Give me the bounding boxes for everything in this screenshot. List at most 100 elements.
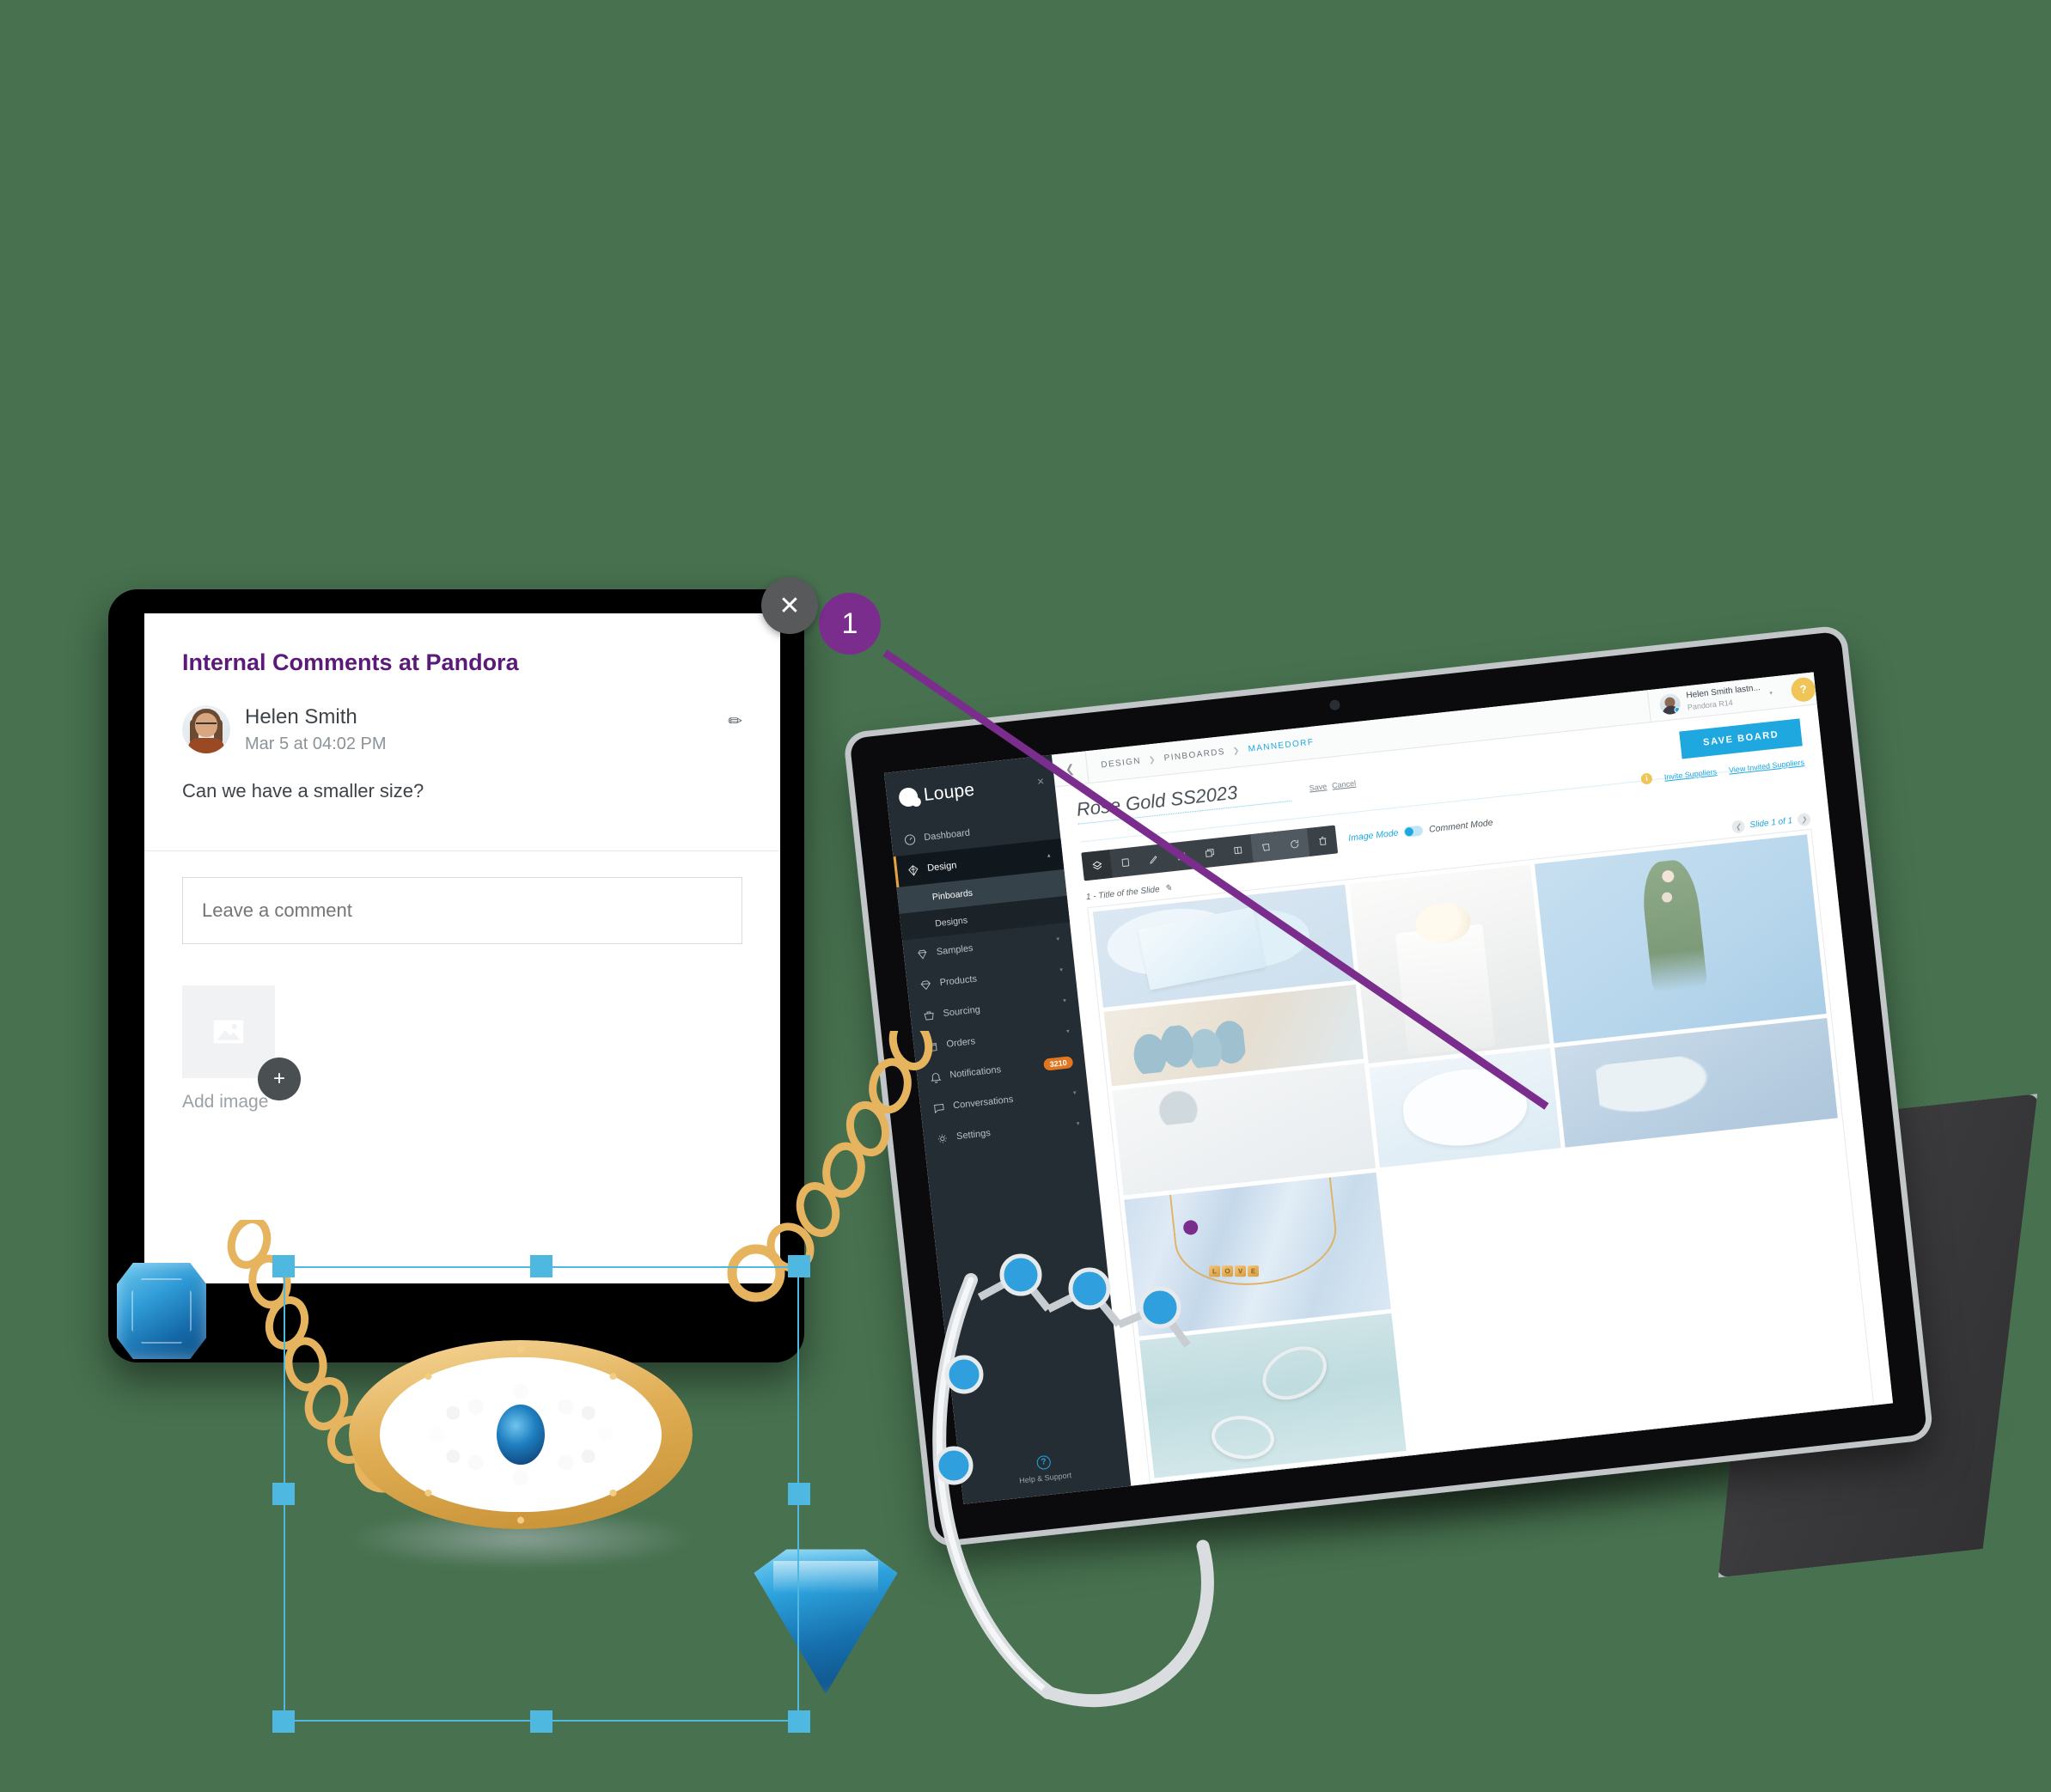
moodboard-column-2 (1349, 864, 1562, 1167)
shape-icon[interactable] (1250, 831, 1282, 863)
chevron-up-icon: ▴ (1047, 852, 1051, 859)
selection-handle-tr[interactable] (788, 1255, 810, 1277)
sidebar-close-icon[interactable]: × (1036, 774, 1045, 789)
chevron-down-icon: ▾ (1072, 1089, 1077, 1097)
slide-counter: Slide 1 of 1 (1749, 816, 1793, 831)
diamond-icon (906, 863, 921, 878)
trash-icon[interactable] (1307, 826, 1338, 856)
moodboard-tile-cake[interactable] (1349, 864, 1550, 1064)
comment-meta: Helen Smith Mar 5 at 04:02 PM (245, 705, 387, 754)
sidebar-item-label: Dashboard (923, 827, 971, 844)
cancel-link[interactable]: Cancel (1332, 779, 1357, 790)
sidebar-item-label: Products (939, 973, 978, 989)
breadcrumb-separator: ❯ (1232, 745, 1242, 755)
brand-name: Loupe (922, 779, 976, 805)
breadcrumb-item-design[interactable]: DESIGN (1101, 756, 1142, 770)
user-name: Helen Smith lastn... (1685, 682, 1761, 701)
breadcrumb-separator: ❯ (1148, 754, 1157, 765)
selection-handle-ml[interactable] (272, 1483, 295, 1505)
sidebar-item-label: Design (926, 860, 957, 875)
add-image-button[interactable]: + (258, 1058, 301, 1100)
sidebar-item-label: Samples (936, 942, 974, 958)
moodboard-tile-interior[interactable] (1112, 1063, 1376, 1196)
silver-topaz-bangle (932, 1253, 1214, 1708)
comment-timestamp: Mar 5 at 04:02 PM (245, 734, 387, 753)
save-board-button[interactable]: SAVE BOARD (1679, 718, 1803, 759)
selection-handle-bc[interactable] (530, 1710, 552, 1733)
close-icon[interactable]: ✕ (761, 577, 818, 634)
loupe-logo-icon (898, 786, 919, 808)
invite-suppliers-link[interactable]: Invite Suppliers (1663, 767, 1717, 782)
user-info: Helen Smith lastn... Pandora R14 (1686, 682, 1762, 714)
image-icon (213, 1020, 244, 1044)
avatar-torso (188, 738, 224, 753)
save-link[interactable]: Save (1309, 782, 1327, 792)
sidebar-item-label: Sourcing (943, 1004, 981, 1020)
sidebar-subitem-label: Designs (934, 914, 968, 929)
selection-handle-bl[interactable] (272, 1710, 295, 1733)
text-box-icon[interactable] (1166, 840, 1197, 871)
chevron-down-icon: ▾ (1062, 997, 1067, 1004)
chevron-left-icon[interactable]: ❮ (1731, 820, 1746, 834)
info-icon: i (1640, 772, 1653, 785)
mode-switch[interactable]: Image Mode Comment Mode (1348, 817, 1493, 843)
pen-icon[interactable] (1138, 844, 1169, 875)
selection-handle-tc[interactable] (530, 1255, 552, 1277)
crop-icon[interactable] (1109, 846, 1140, 877)
user-org: Pandora R14 (1687, 698, 1734, 711)
chevron-down-icon: ▾ (1056, 936, 1060, 943)
view-invited-suppliers-link[interactable]: View Invited Suppliers (1728, 758, 1804, 774)
pencil-icon[interactable]: ✎ (1164, 883, 1173, 893)
comment-input[interactable] (182, 877, 742, 944)
rotate-icon[interactable] (1278, 828, 1310, 860)
glasses-icon (196, 722, 217, 728)
avatar (1658, 692, 1682, 716)
comment-mode-label[interactable]: Comment Mode (1428, 817, 1493, 834)
moodboard-column-2b (1535, 834, 1838, 1148)
panel-header: Internal Comments at Pandora (144, 613, 780, 676)
image-upload-placeholder[interactable]: + (182, 985, 301, 1100)
layers-icon[interactable] (1081, 850, 1113, 881)
breadcrumb-item-current: MANNEDORF (1248, 737, 1315, 754)
sidebar-subitem-label: Pinboards (931, 887, 974, 903)
selection-handle-mr[interactable] (788, 1483, 810, 1505)
gem-icon (919, 978, 933, 992)
topaz-gem-top-left (117, 1263, 206, 1359)
tablet-camera-icon (1328, 699, 1341, 711)
mode-toggle[interactable] (1403, 825, 1424, 838)
comment-list: Helen Smith Mar 5 at 04:02 PM ✏ Can we h… (144, 676, 780, 802)
basket-icon (922, 1009, 937, 1023)
moodboard-tile-floral-wall[interactable] (1535, 834, 1827, 1044)
comment-item: Helen Smith Mar 5 at 04:02 PM ✏ (182, 705, 742, 754)
pencil-icon[interactable]: ✏ (728, 710, 742, 732)
save-cancel-links: Save Cancel (1309, 778, 1361, 793)
comment-author: Helen Smith (245, 705, 357, 728)
help-button[interactable]: ? (1790, 675, 1817, 703)
slide-title: 1 - Title of the Slide (1085, 885, 1161, 903)
image-mode-label[interactable]: Image Mode (1348, 827, 1399, 843)
moodboard-column-1 (1092, 884, 1376, 1196)
chevron-down-icon[interactable]: ▾ (1769, 689, 1773, 696)
chevron-down-icon: ▾ (1076, 1120, 1080, 1128)
online-status-dot (1673, 705, 1681, 713)
page-title: Internal Comments at Pandora (182, 649, 519, 675)
align-icon[interactable] (1222, 834, 1253, 865)
comment-text: Can we have a smaller size? (182, 780, 424, 802)
selection-bounding-box[interactable] (284, 1266, 799, 1722)
notifications-badge: 3210 (1042, 1056, 1074, 1071)
callout-number-badge[interactable]: 1 (819, 593, 881, 655)
chevron-right-icon[interactable]: ❯ (1797, 812, 1811, 827)
gem-ring-icon (915, 947, 930, 961)
chevron-down-icon: ▾ (1065, 1028, 1071, 1035)
chevron-down-icon: ▾ (1059, 966, 1064, 974)
gauge-icon (903, 832, 918, 847)
scene: Loupe × Dashboard Design ▴ Pinboards Des… (0, 0, 2051, 1792)
selection-handle-tl[interactable] (272, 1255, 295, 1277)
avatar (182, 705, 230, 753)
breadcrumb-item-pinboards[interactable]: PINBOARDS (1163, 747, 1225, 764)
chevron-left-icon[interactable]: ❮ (1051, 751, 1090, 787)
moodboard-tile-calligraphy-card[interactable] (1369, 1047, 1562, 1167)
board-title-input[interactable]: Rose Gold SS2023 (1075, 775, 1292, 825)
duplicate-icon[interactable] (1194, 838, 1225, 869)
selection-handle-br[interactable] (788, 1710, 810, 1733)
